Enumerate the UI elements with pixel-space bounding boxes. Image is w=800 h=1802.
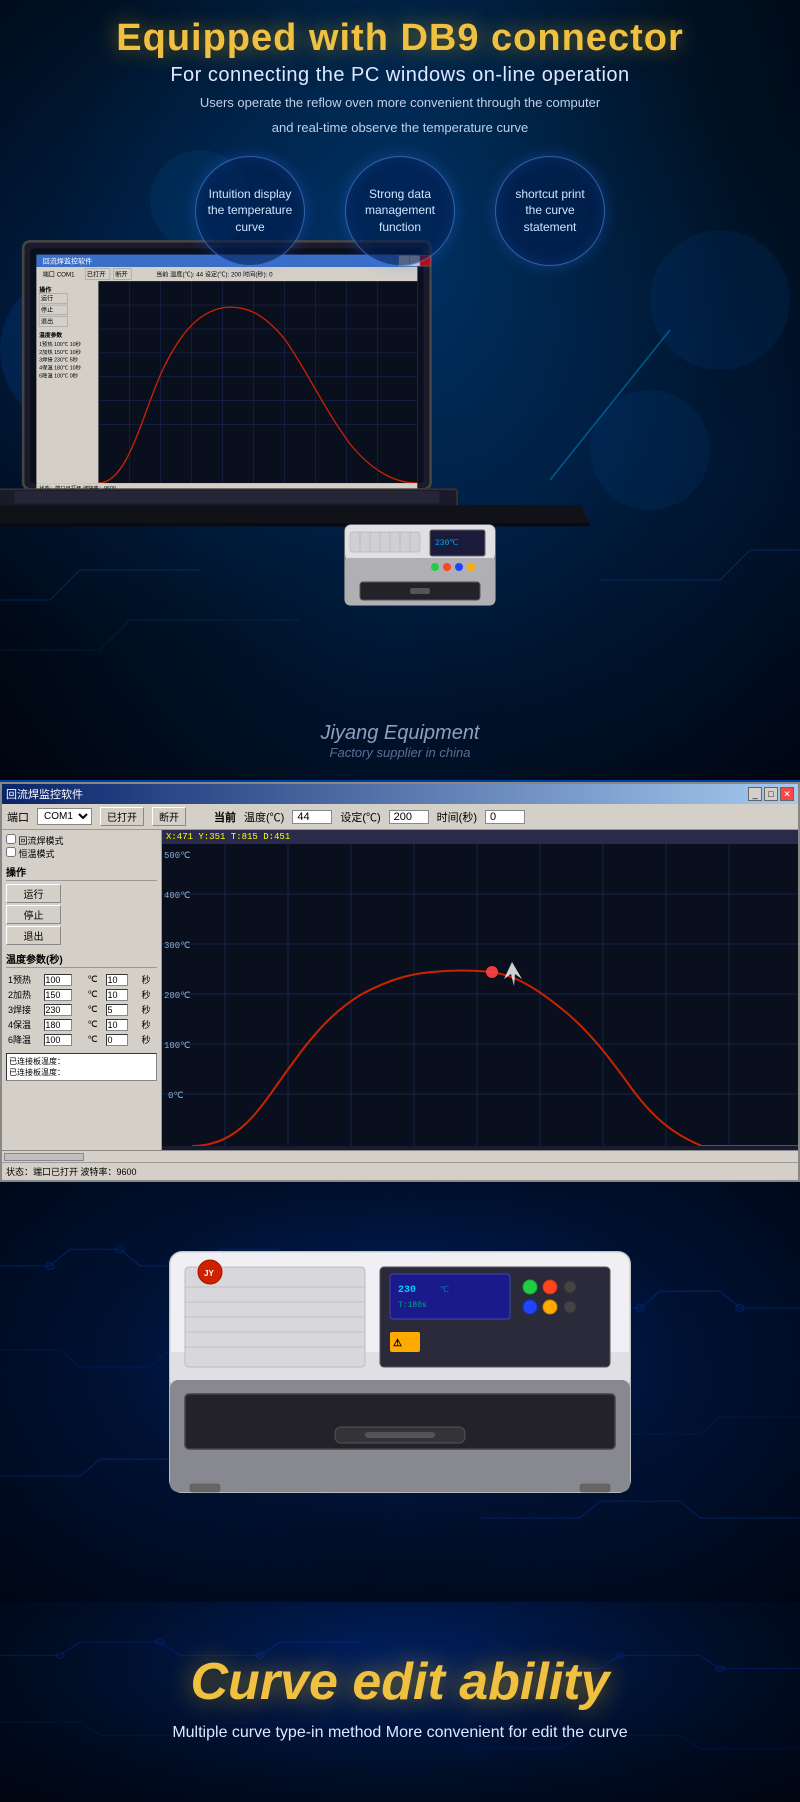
sw-stage-table: 1预热 ℃ 秒 2加热 ℃ 秒 3焊接 ℃ 秒 4保温 ℃ 秒 6降温 ℃ [6,972,157,1047]
svg-text:当前 温度(℃): 44 设定(℃): 200 时间(秒: 当前 温度(℃): 44 设定(℃): 200 时间(秒): 0 [156,271,273,279]
hero-title-main: Equipped with DB9 connector [0,18,800,60]
feature-bubble-data: Strong data management function [345,156,455,266]
sw-set-value: 200 [389,810,429,824]
hero-titles: Equipped with DB9 connector For connecti… [0,0,800,138]
hero-desc-line2: and real-time observe the temperature cu… [0,118,800,138]
curve-section: Curve edit ability Multiple curve type-i… [0,1602,800,1802]
svg-text:400℃: 400℃ [164,891,190,901]
svg-text:4保温 180℃ 10秒: 4保温 180℃ 10秒 [39,364,82,372]
feature-bubbles: Intuition display the temperature curve … [0,156,800,266]
svg-text:6降温 100℃ 0秒: 6降温 100℃ 0秒 [39,372,79,380]
sw-stage-row: 2加热 ℃ 秒 [6,987,157,1002]
sw-titlebar-buttons: _ □ ✕ [748,787,794,801]
sw-maximize-btn[interactable]: □ [764,787,778,801]
feature-bubble-shortcut: shortcut print the curve statement [495,156,605,266]
svg-text:3焊接 230℃ 5秒: 3焊接 230℃ 5秒 [39,356,79,364]
svg-text:2加热 150℃ 10秒: 2加热 150℃ 10秒 [39,348,82,356]
svg-text:运行: 运行 [41,295,53,303]
sw-chart-header: X:471 Y:351 T:815 D:451 [162,830,798,844]
sw-main: 回流焊模式 恒温模式 操作 运行 停止 退出 温度参数(秒) 1预热 ℃ 秒 [2,830,798,1150]
sw-stage-row: 4保温 ℃ 秒 [6,1017,157,1032]
sw-checkboxes: 回流焊模式 恒温模式 [6,834,157,860]
sw-run-btn[interactable]: 运行 [6,884,61,903]
software-window: 回流焊监控软件 _ □ ✕ 端口 COM1 已打开 断开 当前 温度(℃) 44… [0,782,800,1182]
reflow-machine-small: 230℃ [340,520,500,610]
sw-title: 回流焊监控软件 [6,786,83,802]
sw-scrollbar[interactable] [2,1150,798,1162]
svg-text:1预热 100℃ 10秒: 1预热 100℃ 10秒 [39,340,82,348]
svg-text:端口 COM1: 端口 COM1 [43,271,76,279]
sw-op-title: 操作 [6,864,157,881]
hero-title-sub: For connecting the PC windows on-line op… [0,64,800,87]
sw-temp-label: 温度(℃) [244,809,284,825]
software-section: 回流焊监控软件 _ □ ✕ 端口 COM1 已打开 断开 当前 温度(℃) 44… [0,780,800,1182]
svg-text:230: 230 [398,1285,416,1296]
svg-text:100℃: 100℃ [164,1041,190,1051]
svg-text:T:180s: T:180s [398,1301,427,1310]
svg-text:JY: JY [204,1269,214,1278]
curve-title: Curve edit ability [20,1652,780,1712]
svg-text:℃: ℃ [440,1286,449,1295]
sw-set-label: 设定(℃) [340,809,380,825]
svg-text:0℃: 0℃ [168,1091,184,1101]
svg-text:断开: 断开 [115,271,127,279]
sw-port-select[interactable]: COM1 [37,808,92,825]
sw-chart-canvas: 500℃ 400℃ 300℃ 200℃ 100℃ 0℃ [162,844,798,1146]
hero-desc-line1: Users operate the reflow oven more conve… [0,93,800,113]
sw-stage-row: 6降温 ℃ 秒 [6,1032,157,1047]
sw-stop-btn[interactable]: 停止 [6,905,61,924]
feature-bubble-intuition: Intuition display the temperature curve [195,156,305,266]
svg-text:已打开: 已打开 [87,271,106,279]
svg-text:300℃: 300℃ [164,941,190,951]
sw-port-label: 端口 [7,809,29,825]
machine-section: JY 230 ℃ T:180s ⚠ [0,1182,800,1602]
sw-stage-row: 1预热 ℃ 秒 [6,972,157,987]
sw-chart-area: X:471 Y:351 T:815 D:451 [162,830,798,1150]
sw-log-area: 已连接板温度：已连接板温度： [6,1053,157,1081]
sw-scrollbar-thumb[interactable] [4,1153,84,1161]
sw-stage-row: 3焊接 ℃ 秒 [6,1002,157,1017]
curve-subtitle: Multiple curve type-in method More conve… [20,1724,780,1742]
svg-text:停止: 停止 [41,306,53,314]
sw-titlebar: 回流焊监控软件 _ □ ✕ [2,784,798,804]
sw-minimize-btn[interactable]: _ [748,787,762,801]
svg-text:⚠: ⚠ [393,1338,402,1349]
svg-text:200℃: 200℃ [164,991,190,1001]
svg-text:退出: 退出 [41,318,53,326]
brand-text: Jiyang Equipment Factory supplier in chi… [321,722,480,760]
sw-open-btn[interactable]: 已打开 [100,807,144,826]
sw-time-label: 时间(秒) [437,809,477,825]
sw-temp-section-title: 温度参数(秒) [6,951,157,968]
sw-current-label: 当前 [214,809,236,825]
svg-text:操作: 操作 [39,286,52,294]
svg-text:230℃: 230℃ [435,539,458,548]
sw-exit-btn[interactable]: 退出 [6,926,61,945]
sw-status-bar: 状态：端口已打开 波特率：9600 [2,1162,798,1180]
sw-left-panel: 回流焊模式 恒温模式 操作 运行 停止 退出 温度参数(秒) 1预热 ℃ 秒 [2,830,162,1150]
sw-close-btn[interactable]: ✕ [780,787,794,801]
sw-checkbox-constant[interactable]: 恒温模式 [6,847,157,860]
svg-text:500℃: 500℃ [164,851,190,861]
machine-image-wrap: JY 230 ℃ T:180s ⚠ [0,1232,800,1532]
sw-toolbar: 端口 COM1 已打开 断开 当前 温度(℃) 44 设定(℃) 200 时间(… [2,804,798,830]
sw-temp-value: 44 [292,810,332,824]
hero-section: Equipped with DB9 connector For connecti… [0,0,800,780]
sw-time-value: 0 [485,810,525,824]
svg-text:温度参数: 温度参数 [39,331,62,339]
sw-close-btn2[interactable]: 断开 [152,807,186,826]
laptop-area: 回流焊监控软件 端口 COM1 已打开 断开 当前 温度(℃): 44 设定(℃… [0,220,800,740]
sw-checkbox-reflow[interactable]: 回流焊模式 [6,834,157,847]
